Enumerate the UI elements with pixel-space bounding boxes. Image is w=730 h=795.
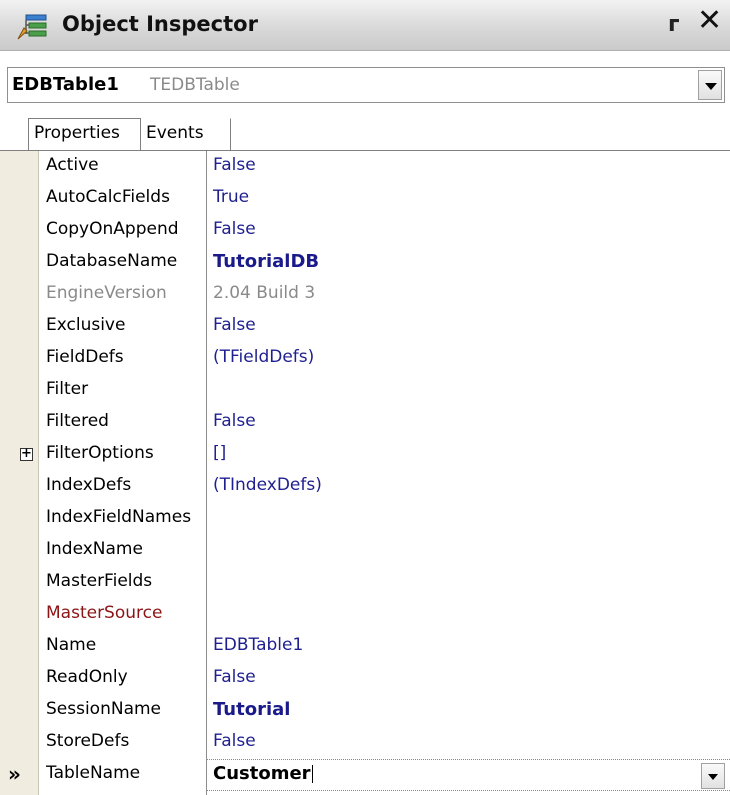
property-row-copyonappend[interactable]: CopyOnAppend False — [0, 215, 730, 247]
property-value-input[interactable]: Customer — [213, 763, 313, 784]
property-value[interactable]: (TFieldDefs) — [213, 347, 314, 367]
property-name: EngineVersion — [46, 283, 167, 303]
property-row-engineversion[interactable]: EngineVersion 2.04 Build 3 — [0, 279, 730, 311]
expand-icon[interactable]: + — [20, 447, 33, 461]
property-name: IndexFieldNames — [46, 507, 192, 527]
property-value[interactable]: EDBTable1 — [213, 635, 303, 655]
tab-events[interactable]: Events — [141, 118, 231, 150]
property-row-storedefs[interactable]: StoreDefs False — [0, 727, 730, 759]
property-row-indexdefs[interactable]: IndexDefs (TIndexDefs) — [0, 471, 730, 503]
property-name: FilterOptions — [46, 443, 154, 463]
text-caret — [311, 765, 313, 783]
property-row-sessionname[interactable]: SessionName Tutorial — [0, 695, 730, 727]
property-row-mastersource[interactable]: MasterSource — [0, 599, 730, 631]
property-name: DatabaseName — [46, 251, 178, 271]
property-name: Filtered — [46, 411, 109, 431]
pin-icon[interactable]: ᴦ — [668, 12, 680, 37]
property-row-tablename[interactable]: » TableName Customer — [0, 759, 730, 791]
title-bar: Object Inspector ᴦ ✕ — [0, 0, 730, 51]
property-name: ReadOnly — [46, 667, 128, 687]
property-value[interactable]: False — [213, 219, 256, 239]
object-inspector-icon — [17, 14, 47, 40]
property-name: CopyOnAppend — [46, 219, 179, 239]
property-value[interactable]: True — [213, 187, 249, 207]
property-row-indexname[interactable]: IndexName — [0, 535, 730, 567]
property-name: Filter — [46, 379, 89, 399]
property-row-exclusive[interactable]: Exclusive False — [0, 311, 730, 343]
close-icon[interactable]: ✕ — [697, 6, 722, 36]
property-row-indexfieldnames[interactable]: IndexFieldNames — [0, 503, 730, 535]
property-value[interactable]: [] — [213, 443, 226, 463]
property-row-filteroptions[interactable]: + FilterOptions [] — [0, 439, 730, 471]
property-value[interactable]: False — [213, 411, 256, 431]
property-value-text: Customer — [213, 763, 311, 784]
property-name: MasterFields — [46, 571, 153, 591]
property-row-filtered[interactable]: Filtered False — [0, 407, 730, 439]
chevron-down-icon[interactable] — [701, 763, 725, 789]
property-value[interactable]: (TIndexDefs) — [213, 475, 322, 495]
property-row-filter[interactable]: Filter — [0, 375, 730, 407]
property-name: AutoCalcFields — [46, 187, 170, 207]
property-name: TableName — [46, 763, 141, 783]
property-name: Exclusive — [46, 315, 126, 335]
property-name: StoreDefs — [46, 731, 130, 751]
property-value[interactable]: False — [213, 155, 256, 175]
property-name: FieldDefs — [46, 347, 124, 367]
property-value[interactable]: TutorialDB — [213, 251, 319, 272]
property-row-masterfields[interactable]: MasterFields — [0, 567, 730, 599]
property-name: Active — [46, 155, 99, 175]
component-name: EDBTable1 — [12, 74, 119, 95]
property-name: IndexName — [46, 539, 143, 559]
tab-properties[interactable]: Properties — [28, 118, 141, 150]
property-row-databasename[interactable]: DatabaseName TutorialDB — [0, 247, 730, 279]
property-name: SessionName — [46, 699, 162, 719]
property-value[interactable]: Tutorial — [213, 699, 290, 720]
property-row-active[interactable]: Active False — [0, 151, 730, 183]
component-selector[interactable]: EDBTable1 TEDBTable — [7, 67, 725, 103]
selection-marker: » — [8, 762, 21, 786]
property-name: MasterSource — [46, 603, 163, 623]
property-grid: Active False AutoCalcFields True CopyOnA… — [0, 151, 730, 795]
property-name: IndexDefs — [46, 475, 132, 495]
property-row-autocalcfields[interactable]: AutoCalcFields True — [0, 183, 730, 215]
property-row-fielddefs[interactable]: FieldDefs (TFieldDefs) — [0, 343, 730, 375]
property-value[interactable]: False — [213, 667, 256, 687]
property-value[interactable]: False — [213, 731, 256, 751]
property-value[interactable]: False — [213, 315, 256, 335]
property-value: 2.04 Build 3 — [213, 283, 316, 303]
window-title: Object Inspector — [62, 12, 258, 36]
property-row-readonly[interactable]: ReadOnly False — [0, 663, 730, 695]
property-row-name[interactable]: Name EDBTable1 — [0, 631, 730, 663]
component-type: TEDBTable — [150, 75, 240, 95]
chevron-down-icon[interactable] — [698, 70, 722, 100]
property-name: Name — [46, 635, 97, 655]
